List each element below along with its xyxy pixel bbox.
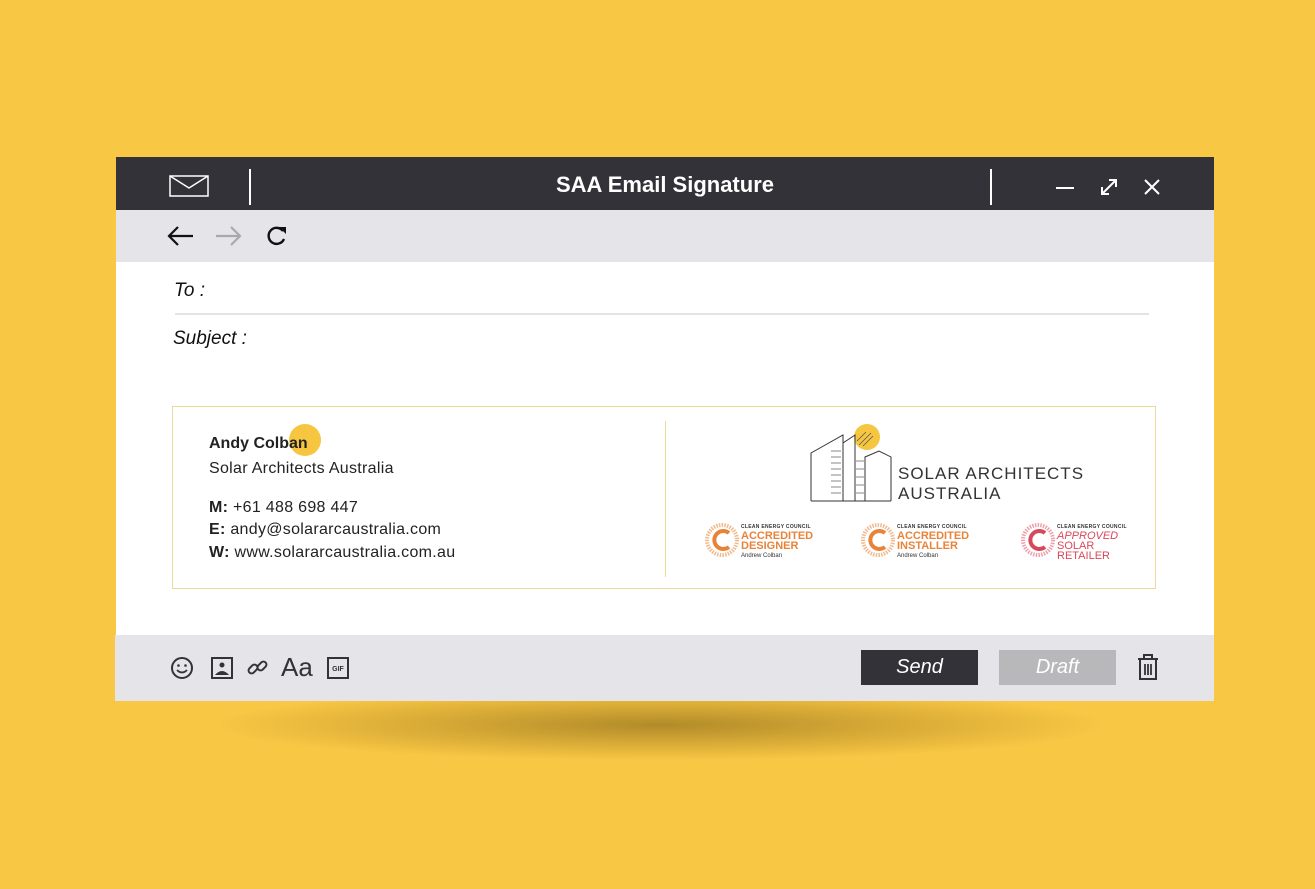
compose-toolbar: Aa GIF Send Draft — [115, 635, 1214, 701]
title-divider-right — [990, 169, 992, 205]
to-field-label[interactable]: To : — [174, 280, 205, 302]
accredited-designer-badge: CLEAN ENERGY COUNCIL ACCREDITED DESIGNER… — [705, 521, 815, 563]
maximize-icon[interactable] — [1097, 175, 1121, 199]
title-bar: SAA Email Signature — [116, 157, 1214, 210]
installer-badge-person: Andrew Colban — [897, 553, 939, 559]
accredited-installer-badge: CLEAN ENERGY COUNCIL ACCREDITED INSTALLE… — [861, 521, 973, 563]
back-arrow-icon[interactable] — [166, 222, 196, 250]
gif-icon[interactable]: GIF — [325, 655, 351, 681]
email-signature: Andy Colban Solar Architects Australia M… — [172, 406, 1156, 589]
email-compose-window: SAA Email Signature To : Subject: Andy … — [115, 157, 1214, 701]
logo-text-line1: SOLAR ARCHITECTS — [898, 464, 1085, 483]
approved-solar-retailer-badge: CLEAN ENERGY COUNCIL APPROVED SOLAR RETA… — [1021, 521, 1131, 563]
emoji-icon[interactable] — [169, 655, 195, 681]
email-label: E: — [209, 521, 226, 538]
subject-field-label[interactable]: Subject : — [173, 328, 247, 350]
signature-divider — [665, 421, 666, 577]
web-label: W: — [209, 544, 230, 561]
send-button[interactable]: Send — [861, 650, 978, 685]
signature-name: Andy Colban — [209, 435, 308, 452]
trash-icon[interactable] — [1135, 653, 1161, 681]
installer-badge-ring-icon — [861, 523, 895, 557]
installer-badge-line2: INSTALLER — [897, 540, 958, 552]
email-address[interactable]: andy@solararcaustralia.com — [230, 521, 441, 538]
signature-company: Solar Architects Australia — [209, 460, 394, 477]
retailer-badge-line3: RETAILER — [1057, 550, 1110, 562]
image-icon[interactable] — [209, 655, 235, 681]
mobile-label: M: — [209, 499, 229, 516]
refresh-icon[interactable] — [261, 222, 291, 250]
retailer-badge-ring-icon — [1021, 523, 1055, 557]
draft-button[interactable]: Draft — [999, 650, 1116, 685]
minimize-icon[interactable] — [1053, 175, 1077, 199]
font-format-button[interactable]: Aa — [281, 652, 313, 683]
svg-text:GIF: GIF — [332, 666, 344, 673]
logo-text-line2: AUSTRALIA — [898, 484, 1002, 503]
signature-web-line: W: www.solararcaustralia.com.au — [209, 544, 455, 562]
link-icon[interactable] — [245, 655, 271, 681]
designer-badge-ring-icon — [705, 523, 739, 557]
to-field-separator — [175, 313, 1149, 315]
mobile-number: +61 488 698 447 — [233, 499, 359, 516]
website-link[interactable]: www.solararcaustralia.com.au — [235, 544, 456, 561]
navigation-bar — [116, 210, 1214, 262]
designer-badge-line2: DESIGNER — [741, 540, 799, 552]
close-icon[interactable] — [1140, 175, 1164, 199]
signature-email-line: E: andy@solararcaustralia.com — [209, 521, 441, 539]
signature-mobile-line: M: +61 488 698 447 — [209, 499, 358, 517]
forward-arrow-icon[interactable] — [213, 222, 243, 250]
designer-badge-person: Andrew Colban — [741, 553, 783, 559]
window-title: SAA Email Signature — [555, 172, 774, 197]
